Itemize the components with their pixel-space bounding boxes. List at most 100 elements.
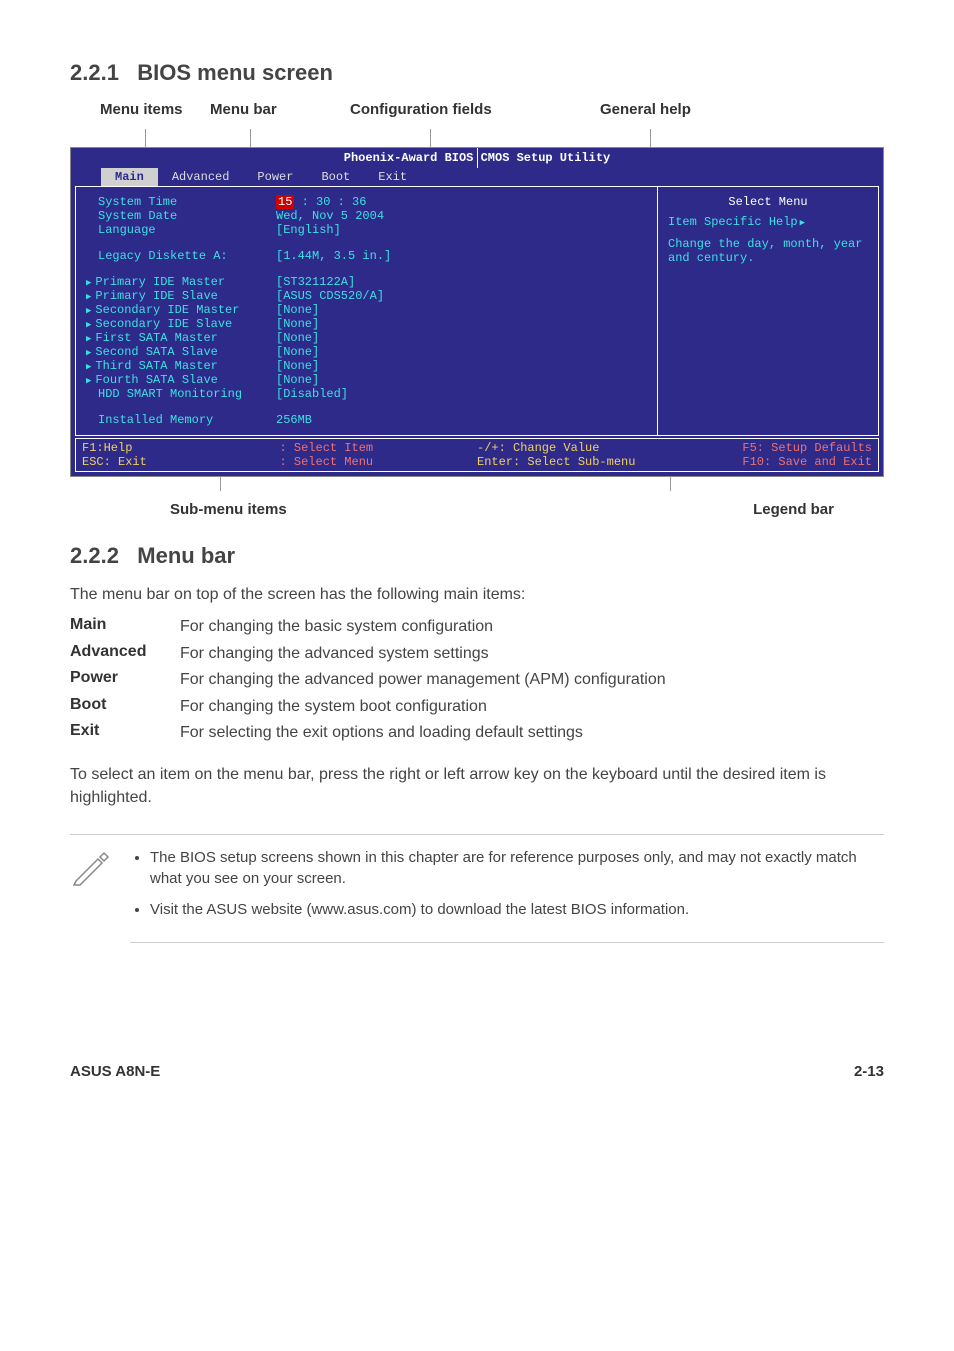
- section-title-2: Menu bar: [137, 543, 235, 568]
- legend-f5: F5: Setup Defaults: [675, 441, 873, 455]
- bottom-annotations: Sub-menu items Legend bar: [70, 501, 884, 518]
- menu-desc-row: ExitFor selecting the exit options and l…: [70, 722, 884, 744]
- menu-desc-row: AdvancedFor changing the advanced system…: [70, 643, 884, 665]
- legend-col-4: F5: Setup Defaults F10: Save and Exit: [675, 441, 873, 469]
- bios-row-value: [None]: [276, 331, 319, 345]
- ann-menu-bar: Menu bar: [210, 101, 277, 118]
- note-item: The BIOS setup screens shown in this cha…: [150, 847, 884, 889]
- note-item: Visit the ASUS website (www.asus.com) to…: [150, 899, 884, 920]
- legend-enter-submenu: Enter: Select Sub-menu: [477, 455, 675, 469]
- ann-menu-items: Menu items: [100, 101, 183, 118]
- menu-desc-text: For changing the system boot configurati…: [180, 696, 884, 718]
- note-content: The BIOS setup screens shown in this cha…: [130, 847, 884, 943]
- bios-row-label: Installed Memory: [86, 413, 276, 427]
- bios-row-value: [ASUS CDS520/A]: [276, 289, 384, 303]
- bios-row-label: Legacy Diskette A:: [86, 249, 276, 263]
- bios-row[interactable]: Fourth SATA Slave[None]: [86, 373, 647, 387]
- legend-col-2: : Select Item : Select Menu: [280, 441, 478, 469]
- section2-intro: The menu bar on top of the screen has th…: [70, 584, 884, 606]
- footer-left: ASUS A8N-E: [70, 1063, 160, 1080]
- tab-advanced[interactable]: Advanced: [158, 168, 244, 186]
- bios-row-label: First SATA Master: [86, 331, 276, 345]
- menu-desc-row: BootFor changing the system boot configu…: [70, 696, 884, 718]
- menu-desc-label: Boot: [70, 696, 180, 718]
- menu-desc-row: MainFor changing the basic system config…: [70, 616, 884, 638]
- tab-power[interactable]: Power: [243, 168, 307, 186]
- bios-row[interactable]: Secondary IDE Master[None]: [86, 303, 647, 317]
- bios-title-right: CMOS Setup Utility: [481, 151, 611, 165]
- menu-desc-text: For changing the basic system configurat…: [180, 616, 884, 638]
- bios-row-label: Primary IDE Master: [86, 275, 276, 289]
- menu-desc-label: Power: [70, 669, 180, 691]
- bios-legend-bar: F1:Help ESC: Exit : Select Item : Select…: [75, 438, 879, 472]
- section-number: 2.2.1: [70, 60, 119, 85]
- bios-row: Legacy Diskette A:[1.44M, 3.5 in.]: [86, 249, 647, 263]
- bios-row[interactable]: Second SATA Slave[None]: [86, 345, 647, 359]
- bios-row[interactable]: Secondary IDE Slave[None]: [86, 317, 647, 331]
- bios-row-label: Secondary IDE Slave: [86, 317, 276, 331]
- legend-f10: F10: Save and Exit: [675, 455, 873, 469]
- bios-row-value: Wed, Nov 5 2004: [276, 209, 384, 223]
- bios-row-label: Second SATA Slave: [86, 345, 276, 359]
- legend-esc: ESC: Exit: [82, 455, 280, 469]
- bios-row-label: HDD SMART Monitoring: [86, 387, 276, 401]
- menu-desc-label: Exit: [70, 722, 180, 744]
- bios-row-value: [1.44M, 3.5 in.]: [276, 249, 391, 263]
- help-item-label: Item Specific Help: [668, 215, 868, 229]
- bios-row[interactable]: First SATA Master[None]: [86, 331, 647, 345]
- help-title: Select Menu: [668, 195, 868, 209]
- bios-help-pane: Select Menu Item Specific Help Change th…: [658, 187, 878, 435]
- bios-left-pane: System Time15 : 30 : 36System DateWed, N…: [76, 187, 658, 435]
- bios-row: HDD SMART Monitoring[Disabled]: [86, 387, 647, 401]
- bios-row-value: [None]: [276, 373, 319, 387]
- section-title: BIOS menu screen: [137, 60, 333, 85]
- legend-col-3: -/+: Change Value Enter: Select Sub-menu: [477, 441, 675, 469]
- help-text: Change the day, month, year and century.: [668, 237, 868, 265]
- menu-desc-text: For changing the advanced power manageme…: [180, 669, 884, 691]
- bios-row-value: [Disabled]: [276, 387, 348, 401]
- bios-row-value: [None]: [276, 345, 319, 359]
- menu-desc-label: Advanced: [70, 643, 180, 665]
- menu-desc-label: Main: [70, 616, 180, 638]
- bios-row: System Time15 : 30 : 36: [86, 195, 647, 209]
- bios-row-label: System Time: [86, 195, 276, 209]
- annotation-lines: [70, 129, 884, 147]
- bios-title-divider: [477, 148, 478, 168]
- bios-row: Language[English]: [86, 223, 647, 237]
- section-number-2: 2.2.2: [70, 543, 119, 568]
- bios-tab-bar: Main Advanced Power Boot Exit: [71, 168, 883, 186]
- top-annotations: Menu items Menu bar Configuration fields…: [70, 101, 884, 127]
- section2-outro: To select an item on the menu bar, press…: [70, 764, 884, 809]
- legend-select-item: : Select Item: [280, 441, 478, 455]
- bios-row-value: [None]: [276, 359, 319, 373]
- ann-config-fields: Configuration fields: [350, 101, 492, 118]
- section-heading-2: 2.2.2 Menu bar: [70, 543, 884, 569]
- bios-row[interactable]: Primary IDE Slave[ASUS CDS520/A]: [86, 289, 647, 303]
- tab-boot[interactable]: Boot: [307, 168, 364, 186]
- bios-row-value: 15 : 30 : 36: [276, 195, 366, 209]
- page-footer: ASUS A8N-E 2-13: [70, 1063, 884, 1080]
- bios-screen: Phoenix-Award BIOS CMOS Setup Utility Ma…: [70, 147, 884, 477]
- pencil-icon: [70, 847, 130, 943]
- ann-general-help: General help: [600, 101, 691, 118]
- tab-exit[interactable]: Exit: [364, 168, 421, 186]
- bios-title-bar: Phoenix-Award BIOS CMOS Setup Utility: [71, 148, 883, 168]
- legend-f1: F1:Help: [82, 441, 280, 455]
- menu-descriptions: MainFor changing the basic system config…: [70, 616, 884, 744]
- legend-col-1: F1:Help ESC: Exit: [82, 441, 280, 469]
- ann-submenu: Sub-menu items: [170, 501, 287, 518]
- bios-row-label: Third SATA Master: [86, 359, 276, 373]
- section-heading: 2.2.1 BIOS menu screen: [70, 60, 884, 86]
- footer-right: 2-13: [854, 1063, 884, 1080]
- menu-desc-text: For changing the advanced system setting…: [180, 643, 884, 665]
- tab-main[interactable]: Main: [101, 168, 158, 186]
- bios-row[interactable]: Third SATA Master[None]: [86, 359, 647, 373]
- bios-row[interactable]: Primary IDE Master[ST321122A]: [86, 275, 647, 289]
- bios-row-value: [None]: [276, 303, 319, 317]
- annotation-lines-bottom: [70, 477, 884, 491]
- bios-row-label: Secondary IDE Master: [86, 303, 276, 317]
- ann-legend: Legend bar: [753, 501, 834, 518]
- bios-row-value: [English]: [276, 223, 341, 237]
- bios-row-label: System Date: [86, 209, 276, 223]
- bios-row-label: Language: [86, 223, 276, 237]
